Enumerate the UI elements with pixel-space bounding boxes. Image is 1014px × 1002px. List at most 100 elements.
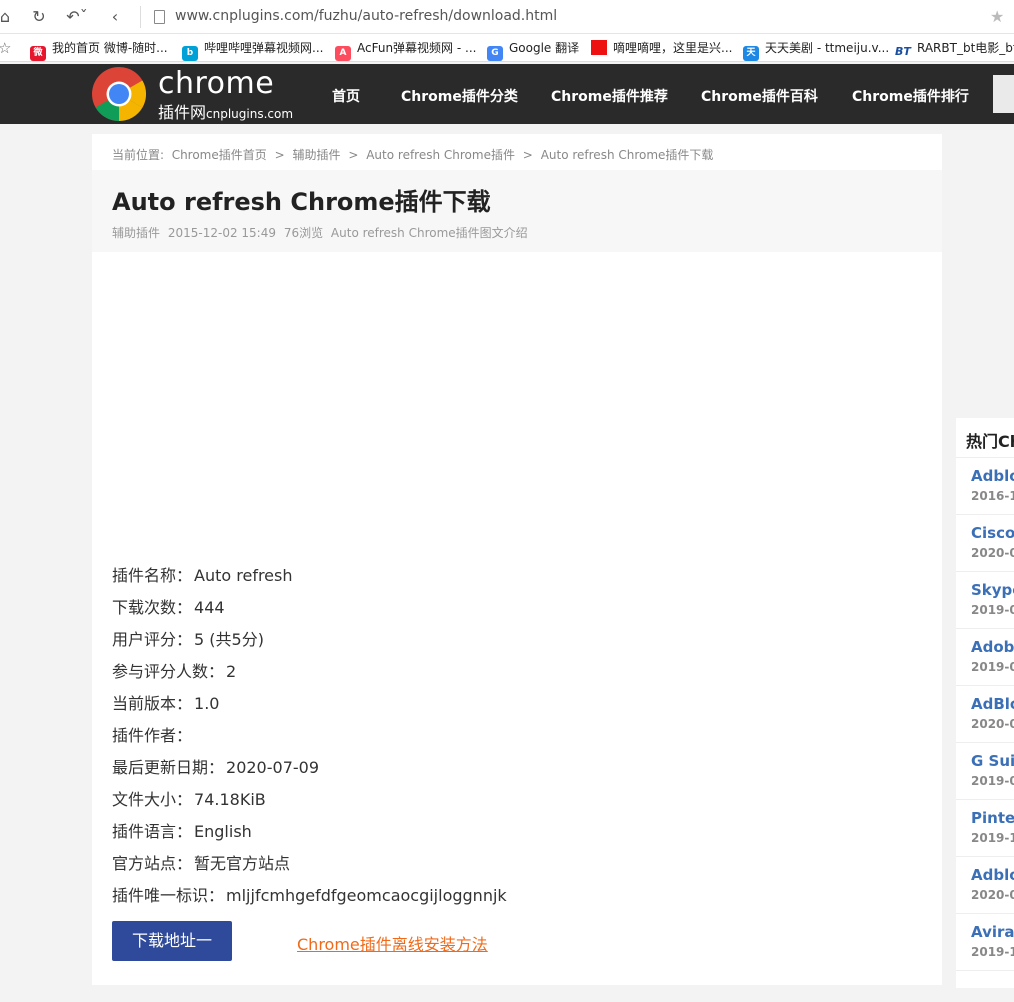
bookmark-weibo[interactable]: 微我的首页 微博-随时... xyxy=(30,39,168,61)
search-input[interactable] xyxy=(993,75,1014,113)
sidebar-item-date: 2020-0 xyxy=(971,546,1014,560)
nav-categories[interactable]: Chrome插件分类 xyxy=(401,86,518,106)
info-value: 2 xyxy=(226,662,237,681)
browser-address-bar: ⌂ ↻ ↶ˇ ‹ www.cnplugins.com/fuzhu/auto-re… xyxy=(0,0,1014,34)
sidebar-item[interactable]: Adblo 2016-1 xyxy=(956,458,1014,515)
meta-intro-link[interactable]: Auto refresh Chrome插件图文介绍 xyxy=(331,226,528,240)
toolbar-divider xyxy=(140,6,141,28)
info-value: 暂无官方站点 xyxy=(194,854,291,873)
breadcrumb-item[interactable]: Chrome插件首页 xyxy=(172,148,267,162)
download-button[interactable]: 下载地址一 xyxy=(112,921,232,961)
info-row: 插件名称： Auto refresh xyxy=(112,562,507,594)
sidebar-item-date: 2019-0 xyxy=(971,603,1014,617)
sidebar-item[interactable]: Pinter 2019-1 xyxy=(956,800,1014,857)
sidebar-item[interactable]: AdBlo 2020-0 xyxy=(956,686,1014,743)
info-value: English xyxy=(194,822,252,841)
reload-icon[interactable]: ↻ xyxy=(30,8,48,26)
breadcrumb-item[interactable]: Auto refresh Chrome插件下载 xyxy=(541,148,714,162)
info-value: 2020-07-09 xyxy=(226,758,319,777)
bookmark-label: 哔哩哔哩弹幕视频网... xyxy=(204,41,324,55)
breadcrumb-prefix: 当前位置: xyxy=(112,148,165,162)
breadcrumb-item[interactable]: Auto refresh Chrome插件 xyxy=(366,148,515,162)
bookmark-acfun[interactable]: A AcFun弹幕视频网 - ... xyxy=(335,39,476,61)
bookmark-label: Google 翻译 xyxy=(509,41,580,55)
nav-ranking[interactable]: Chrome插件排行 xyxy=(852,86,969,106)
bookmark-star-icon[interactable]: ★ xyxy=(990,7,1004,26)
bookmark-bilibili[interactable]: b 哔哩哔哩弹幕视频网... xyxy=(182,39,324,61)
info-row: 当前版本： 1.0 xyxy=(112,690,507,722)
bookmark-google-translate[interactable]: G Google 翻译 xyxy=(487,39,580,61)
meta-datetime: 2015-12-02 15:49 xyxy=(167,226,276,240)
sidebar-item[interactable]: Adblo 2020-0 xyxy=(956,857,1014,914)
sidebar-item-date: 2019-1 xyxy=(971,831,1014,845)
meta-category[interactable]: 辅助插件 xyxy=(112,226,160,240)
info-label: 当前版本： xyxy=(112,694,193,713)
sidebar-item[interactable]: Avira 2019-1 xyxy=(956,914,1014,971)
info-label: 插件名称： xyxy=(112,566,193,585)
breadcrumb: 当前位置: Chrome插件首页 > 辅助插件 > Auto refresh C… xyxy=(112,146,713,163)
plugin-info-list: 插件名称： Auto refresh 下载次数： 444 用户评分： 5 (共5分) … xyxy=(112,562,507,914)
sidebar-item-name[interactable]: G Suit xyxy=(971,752,1014,770)
main-content: 当前位置: Chrome插件首页 > 辅助插件 > Auto refresh C… xyxy=(92,134,942,985)
info-value: 444 xyxy=(194,598,225,617)
logo-sub-cn: 插件网 xyxy=(158,103,207,122)
nav-recommended[interactable]: Chrome插件推荐 xyxy=(551,86,668,106)
url-field[interactable]: www.cnplugins.com/fuzhu/auto-refresh/dow… xyxy=(175,8,557,24)
sidebar-item-name[interactable]: Adobe xyxy=(971,638,1014,656)
sidebar-item-name[interactable]: AdBlo xyxy=(971,695,1014,713)
info-value: 1.0 xyxy=(194,694,220,713)
logo-wordmark[interactable]: chrome xyxy=(158,66,274,101)
breadcrumb-item[interactable]: 辅助插件 xyxy=(292,148,340,162)
bookmark-label: RARBT_bt电影_bt xyxy=(917,41,1014,55)
undo-close-tab-icon[interactable]: ↶ˇ xyxy=(64,8,90,26)
sidebar-item[interactable]: G Suit 2019-0 xyxy=(956,743,1014,800)
info-row: 参与评分人数： 2 xyxy=(112,658,507,690)
sidebar-item-name[interactable]: Adblo xyxy=(971,866,1014,884)
chrome-logo-icon[interactable] xyxy=(92,67,146,121)
sidebar-item[interactable]: Skype 2019-0 xyxy=(956,572,1014,629)
info-label: 插件唯一标识： xyxy=(112,886,225,905)
offline-install-link[interactable]: Chrome插件离线安装方法 xyxy=(297,931,488,955)
sidebar-heading: 热门Ch xyxy=(956,418,1014,458)
sidebar-item-date: 2019-0 xyxy=(971,660,1014,674)
logo-sub-en: cnplugins.com xyxy=(206,107,294,121)
nav-wiki[interactable]: Chrome插件百科 xyxy=(701,86,818,106)
back-icon[interactable]: ‹ xyxy=(106,8,124,26)
bookmarks-star-icon[interactable]: ☆ xyxy=(0,39,11,57)
sidebar-item-name[interactable]: Skype xyxy=(971,581,1014,599)
sidebar-item[interactable]: Cisco W 2020-0 xyxy=(956,515,1014,572)
weibo-icon: 微 xyxy=(30,46,46,61)
acfun-icon: A xyxy=(335,46,351,61)
info-row: 文件大小： 74.18KiB xyxy=(112,786,507,818)
info-value: 74.18KiB xyxy=(194,790,266,809)
info-value: 5 (共5分) xyxy=(194,630,264,649)
bookmark-rarbt[interactable]: BT RARBT_bt电影_bt xyxy=(895,39,1014,59)
google-translate-icon: G xyxy=(487,46,503,61)
nav-home[interactable]: 首页 xyxy=(332,86,360,106)
page-title: Auto refresh Chrome插件下载 xyxy=(112,188,491,216)
info-row: 最后更新日期： 2020-07-09 xyxy=(112,754,507,786)
sidebar-item-date: 2019-0 xyxy=(971,774,1014,788)
home-icon[interactable]: ⌂ xyxy=(0,8,14,26)
info-label: 官方站点： xyxy=(112,854,193,873)
bt-icon: BT xyxy=(895,44,911,59)
sidebar-item-name[interactable]: Adblo xyxy=(971,467,1014,485)
dilidili-icon xyxy=(591,40,607,55)
sidebar-item-name[interactable]: Avira xyxy=(971,923,1014,941)
sidebar-item-name[interactable]: Cisco W xyxy=(971,524,1014,542)
sidebar-item[interactable]: Adobe 2019-0 xyxy=(956,629,1014,686)
info-label: 参与评分人数： xyxy=(112,662,225,681)
site-header: chrome 插件网cnplugins.com 首页 Chrome插件分类 Ch… xyxy=(0,64,1014,124)
bookmarks-bar: ☆ 微我的首页 微博-随时... b 哔哩哔哩弹幕视频网... A AcFun弹幕视… xyxy=(0,34,1014,62)
bookmark-dilidili[interactable]: 嘀哩嘀哩，这里是兴... xyxy=(591,39,732,57)
breadcrumb-separator: > xyxy=(522,148,533,162)
info-value: mljjfcmhgefdfgeomcaocgijloggnnjk xyxy=(226,886,507,905)
sidebar-item-name[interactable]: Pinter xyxy=(971,809,1014,827)
info-row: 插件语言： English xyxy=(112,818,507,850)
bilibili-icon: b xyxy=(182,46,198,61)
logo-subtitle: 插件网cnplugins.com xyxy=(158,99,293,123)
info-row: 官方站点： 暂无官方站点 xyxy=(112,850,507,882)
bookmark-label: 我的首页 微博-随时... xyxy=(52,41,168,55)
bookmark-ttmeiju[interactable]: 天天天美剧 - ttmeiju.v... xyxy=(743,39,889,61)
info-row: 插件唯一标识： mljjfcmhgefdfgeomcaocgijloggnnjk xyxy=(112,882,507,914)
